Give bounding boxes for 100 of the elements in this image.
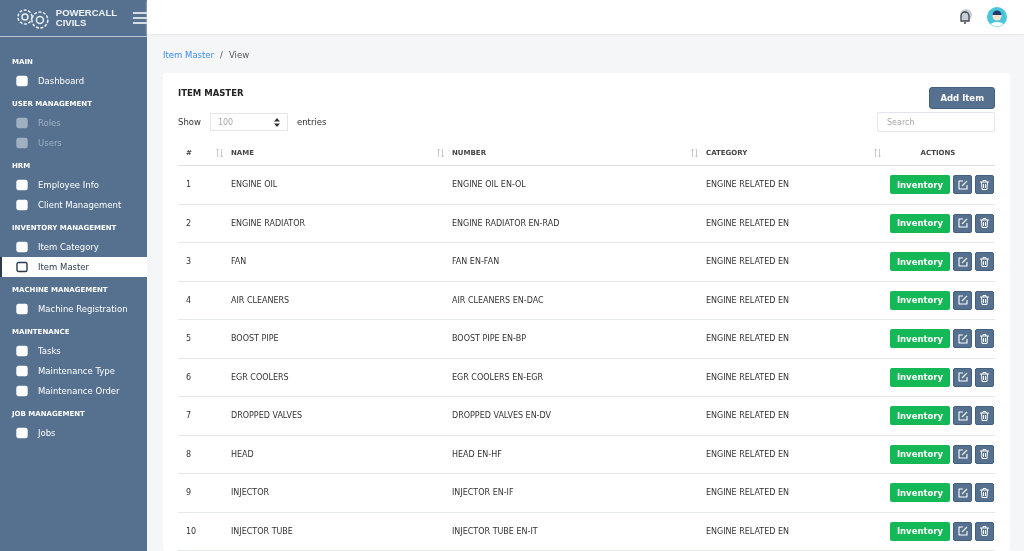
square-icon (16, 241, 28, 253)
edit-button[interactable] (953, 252, 972, 272)
sidebar-item[interactable]: Tasks (0, 341, 147, 361)
edit-button[interactable] (953, 444, 972, 464)
table-cell: AIR CLEANERS EN-DAC (452, 295, 544, 305)
inventory-button[interactable]: Inventory (890, 252, 950, 272)
brand-name: CIVILS (55, 18, 88, 28)
delete-button[interactable] (975, 521, 994, 541)
edit-icon (957, 487, 968, 498)
inventory-button[interactable]: Inventory (890, 406, 950, 426)
inventory-button[interactable]: Inventory (890, 213, 950, 233)
table-cell: DROPPED VALVES (231, 411, 303, 421)
table-cell: EGR COOLERS EN-EGR (452, 372, 543, 382)
table-cell: EGR COOLERS (231, 372, 289, 382)
bell-icon[interactable] (957, 9, 973, 25)
edit-icon (957, 372, 968, 383)
table-cell: 1 (186, 180, 192, 190)
table-cell: INJECTOR TUBE EN-IT (452, 526, 538, 536)
edit-button[interactable] (953, 290, 972, 310)
sidebar-item[interactable]: Machine Registration (0, 299, 147, 319)
table-cell: 5 (186, 334, 192, 344)
sidebar-item[interactable]: Employee Info (0, 175, 147, 195)
breadcrumb-separator: / (220, 50, 223, 60)
inventory-button[interactable]: Inventory (890, 521, 950, 541)
table-cell: 6 (186, 372, 192, 382)
table-cell: ENGINE RELATED EN (706, 488, 789, 498)
trash-icon (980, 449, 989, 460)
edit-button[interactable] (953, 367, 972, 387)
trash-icon (980, 410, 989, 421)
avatar[interactable] (987, 7, 1007, 27)
trash-icon (980, 372, 989, 383)
square-icon (16, 117, 28, 129)
delete-button[interactable] (975, 367, 994, 387)
table-cell: 9 (186, 488, 192, 498)
table-cell: 7 (186, 411, 192, 421)
square-icon (16, 261, 28, 273)
delete-button[interactable] (975, 406, 994, 426)
delete-button[interactable] (975, 213, 994, 233)
edit-button[interactable] (953, 175, 972, 195)
table-cell: ENGINE RELATED EN (706, 449, 789, 459)
inventory-button[interactable]: Inventory (890, 329, 950, 349)
square-icon (16, 137, 28, 149)
trash-icon (980, 333, 989, 344)
delete-button[interactable] (975, 290, 994, 310)
table-cell: ENGINE OIL EN-OL (452, 180, 526, 190)
trash-icon (980, 526, 989, 537)
delete-button[interactable] (975, 483, 994, 503)
sidebar-item[interactable]: Item Category (0, 237, 147, 257)
sidebar-item[interactable]: Dashboard (0, 71, 147, 91)
table-cell: ENGINE RELATED EN (706, 180, 789, 190)
delete-button[interactable] (975, 252, 994, 272)
add-item-button[interactable]: Add Item (929, 87, 995, 109)
square-icon (16, 427, 28, 439)
delete-button[interactable] (975, 175, 994, 195)
sidebar-item[interactable]: Jobs (0, 423, 147, 443)
edit-icon (957, 410, 968, 421)
edit-icon (957, 526, 968, 537)
table-cell: ENGINE RELATED EN (706, 372, 789, 382)
inventory-button[interactable]: Inventory (890, 290, 950, 310)
square-icon (16, 345, 28, 357)
brand-name: POWERCALL (55, 8, 118, 18)
delete-button[interactable] (975, 444, 994, 464)
edit-button[interactable] (953, 406, 972, 426)
table-cell: DROPPED VALVES EN-DV (452, 411, 551, 421)
sidebar-item[interactable]: Maintenance Order (0, 381, 147, 401)
select-arrows-icon (273, 117, 280, 127)
table-cell: INJECTOR EN-IF (452, 488, 514, 498)
inventory-button[interactable]: Inventory (890, 175, 950, 195)
gears-icon (14, 6, 52, 30)
table-cell: FAN EN-FAN (452, 257, 500, 267)
inventory-button[interactable]: Inventory (890, 444, 950, 464)
sidebar-item[interactable]: Maintenance Type (0, 361, 147, 381)
table-cell: BOOST PIPE (231, 334, 279, 344)
edit-icon (957, 333, 968, 344)
inventory-button[interactable]: Inventory (890, 367, 950, 387)
table-cell: ENGINE RELATED EN (706, 257, 789, 267)
sidebar-item[interactable]: Item Master (0, 257, 147, 277)
table-cell: ENGINE RADIATOR (231, 218, 305, 228)
edit-button[interactable] (953, 329, 972, 349)
trash-icon (980, 179, 989, 190)
menu-icon[interactable] (133, 12, 147, 24)
breadcrumb-current: View (228, 50, 250, 60)
inventory-button[interactable]: Inventory (890, 483, 950, 503)
square-icon (16, 179, 28, 191)
sidebar-item[interactable]: Client Management (0, 195, 147, 215)
square-icon (16, 365, 28, 377)
table-cell: ENGINE OIL (231, 180, 278, 190)
square-icon (16, 75, 28, 87)
table-cell: FAN (231, 257, 247, 267)
search-field[interactable]: Search (877, 112, 995, 132)
trash-icon (980, 256, 989, 267)
edit-button[interactable] (953, 213, 972, 233)
breadcrumb-link[interactable]: Item Master (163, 50, 215, 60)
table-cell: ENGINE RELATED EN (706, 334, 789, 344)
table-cell: ENGINE RADIATOR EN-RAD (452, 218, 560, 228)
table-cell: ENGINE RELATED EN (706, 218, 789, 228)
edit-button[interactable] (953, 521, 972, 541)
edit-button[interactable] (953, 483, 972, 503)
delete-button[interactable] (975, 329, 994, 349)
table-cell: 8 (186, 449, 192, 459)
